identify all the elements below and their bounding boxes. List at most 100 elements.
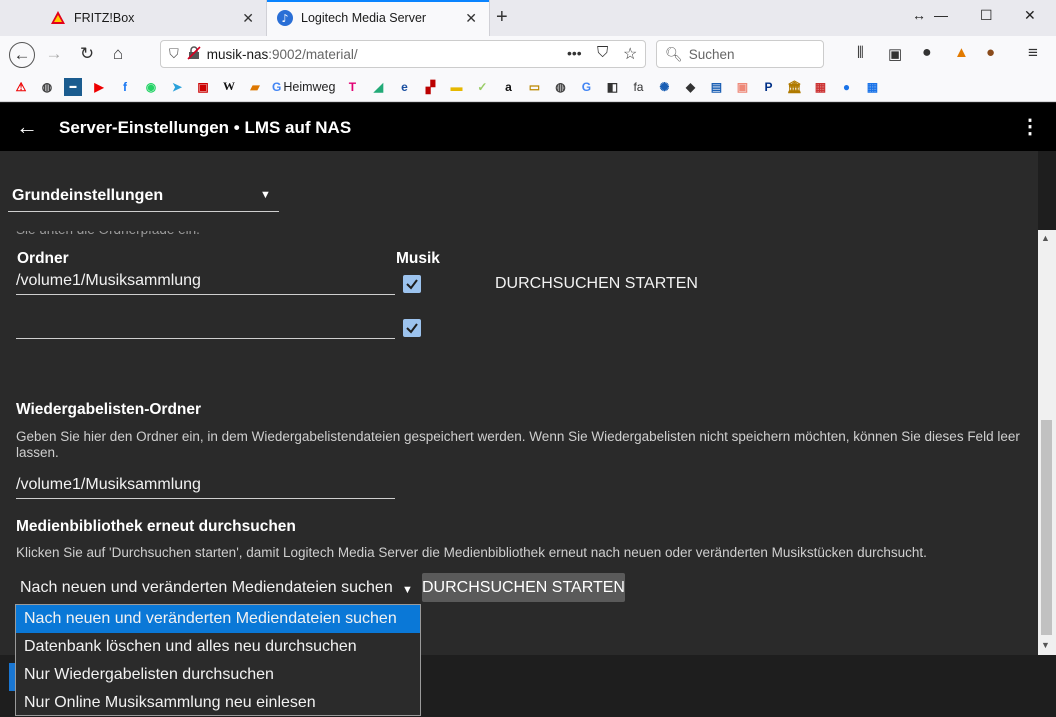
folder-path-input-empty[interactable] [16, 314, 395, 339]
wikipedia-letter: W [223, 79, 235, 93]
checkmark-icon [406, 279, 418, 290]
extension-cookie-icon[interactable]: ● [986, 44, 995, 61]
bookmark-ticket-icon[interactable]: ◆ [681, 78, 699, 96]
close-icon[interactable]: ✕ [465, 10, 477, 27]
forward-icon[interactable]: → [42, 42, 66, 66]
bookmark-red-icon[interactable]: ▣ [194, 78, 212, 96]
option-clear-and-rescan[interactable]: Datenbank löschen und alles neu durchsuc… [16, 633, 420, 661]
url-path: :9002/material/ [268, 46, 358, 62]
google-letter: G [581, 79, 592, 94]
home-icon[interactable]: ⌂ [106, 42, 130, 66]
amazon-icon[interactable]: a [499, 78, 517, 96]
option-playlists-only[interactable]: Nur Wiedergabelisten durchsuchen [16, 661, 420, 689]
option-new-and-changed[interactable]: Nach neuen und veränderten Mediendateien… [16, 605, 420, 633]
bookmark-card-icon[interactable]: ▭ [525, 78, 543, 96]
section-select-value: Grundeinstellungen [12, 187, 164, 204]
bookmarks-toolbar: ⚠ ◍ ▬ ▶ f ◉ ➤ ▣ W ▰ G Heimweg T ◢ e ▞ ▬ ✓… [0, 72, 1056, 102]
tab-logitech-media-server[interactable]: ♪ Logitech Media Server ✕ [266, 0, 490, 36]
back-arrow-icon[interactable]: ← [16, 114, 38, 140]
resize-arrows-icon: ↔ [912, 7, 926, 23]
edge-icon[interactable]: e [395, 78, 413, 96]
warning-icon[interactable]: ⚠ [12, 78, 30, 96]
google-icon[interactable]: G [577, 78, 595, 96]
account-icon[interactable]: ● [922, 44, 932, 62]
telegram-icon[interactable]: ➤ [168, 78, 186, 96]
tab-fritzbox[interactable]: FRITZ!Box ✕ [40, 0, 266, 36]
music-note-icon: ♪ [277, 10, 293, 26]
menu-icon[interactable]: ≡ [1028, 43, 1038, 63]
bookmark-blue-icon[interactable]: ▬ [64, 77, 82, 96]
music-checkbox[interactable] [403, 319, 421, 337]
scroll-up-icon[interactable]: ▲ [1041, 233, 1050, 243]
dropdown-arrow-icon: ▼ [260, 189, 271, 201]
checkmark-icon [406, 323, 418, 334]
option-online-library[interactable]: Nur Online Musiksammlung neu einlesen [16, 689, 420, 717]
whatsapp-icon[interactable]: ◉ [142, 78, 160, 96]
calendar-icon[interactable]: ▦ [863, 78, 881, 96]
rescan-mode-options: Nach neuen und veränderten Mediendateien… [15, 604, 421, 716]
insecure-lock-icon[interactable] [187, 45, 201, 63]
folder-path-input[interactable]: /volume1/Musiksammlung [16, 270, 395, 295]
bookmark-check-icon[interactable]: ✓ [473, 78, 491, 96]
library-icon[interactable]: ⫴ [857, 45, 864, 63]
search-input[interactable]: 🔍︎ Suchen [656, 40, 824, 68]
kebab-menu-icon[interactable]: ⋮ [1020, 114, 1040, 139]
close-icon[interactable]: ✕ [242, 10, 254, 27]
music-column-header: Musik [396, 250, 440, 267]
fa-letters: fa [633, 79, 644, 94]
more-icon[interactable]: ••• [567, 45, 582, 61]
new-tab-icon[interactable]: + [496, 6, 508, 29]
bookmark-vr-icon[interactable]: ▤ [707, 78, 725, 96]
rescan-description: Klicken Sie auf 'Durchsuchen starten', d… [16, 545, 927, 560]
scroll-down-icon[interactable]: ▼ [1041, 640, 1050, 650]
reload-icon[interactable]: ↻ [75, 42, 99, 66]
window-close-icon[interactable]: ✕ [1024, 7, 1036, 24]
sidebar-icon[interactable]: ▣ [888, 45, 902, 63]
scrollbar-thumb[interactable] [1041, 420, 1052, 635]
google-icon: G [272, 79, 282, 94]
bookmark-star-burst-icon[interactable]: ✺ [655, 78, 673, 96]
bookmark-orange-icon[interactable]: ▰ [246, 78, 264, 96]
bookmark-label: Heimweg [283, 79, 336, 94]
search-placeholder: Suchen [688, 46, 735, 62]
page-title: Server-Einstellungen • LMS auf NAS [59, 118, 352, 137]
url-text[interactable]: musik-nas:9002/material/ [207, 47, 358, 62]
bookmark-bank-icon[interactable]: 🏛︎ [785, 78, 803, 96]
playlist-folder-input[interactable]: /volume1/Musiksammlung [16, 474, 395, 499]
bookmark-yellow-icon[interactable]: ▬ [447, 78, 465, 96]
globe-icon[interactable]: ◍ [551, 78, 569, 96]
dropdown-arrow-icon: ▼ [402, 584, 413, 596]
svg-text:♪: ♪ [281, 12, 288, 25]
extension-icon[interactable]: ▲ [954, 44, 969, 61]
wikipedia-icon[interactable]: W [220, 78, 238, 96]
bookmark-star-icon[interactable]: ☆ [623, 44, 637, 64]
rescan-start-button[interactable]: DURCHSUCHEN STARTEN [422, 573, 625, 602]
bookmark-heimweg[interactable]: G Heimweg [272, 78, 335, 96]
bookmark-k-icon[interactable]: ◧ [603, 78, 621, 96]
minimize-icon[interactable]: — [934, 7, 948, 23]
folder-path-value: /volume1/Musiksammlung [16, 272, 201, 289]
bookmark-stripes-icon[interactable]: ▞ [421, 78, 439, 96]
url-bar[interactable]: ⛉ musik-nas:9002/material/ ••• ⛉ ☆ [160, 40, 646, 68]
bookmark-blue-circle-icon[interactable]: ● [837, 78, 855, 96]
youtube-icon[interactable]: ▶ [90, 78, 108, 96]
rescan-mode-select[interactable]: Nach neuen und veränderten Mediendateien… [16, 576, 416, 600]
maximize-icon[interactable]: ☐ [980, 7, 993, 24]
playlist-folder-heading: Wiedergabelisten-Ordner [16, 401, 202, 418]
music-checkbox[interactable] [403, 275, 421, 293]
active-tab-indicator [267, 0, 489, 2]
facebook-icon[interactable]: f [116, 78, 134, 96]
globe-icon[interactable]: ◍ [38, 78, 56, 96]
pocket-icon[interactable]: ⛉ [597, 44, 608, 61]
folder-scan-button[interactable]: DURCHSUCHEN STARTEN [495, 275, 698, 293]
bookmark-gift-icon[interactable]: ▦ [811, 78, 829, 96]
telekom-icon[interactable]: T [343, 78, 361, 96]
bookmark-green-icon[interactable]: ◢ [369, 78, 387, 96]
bookmark-pink-icon[interactable]: ▣ [733, 78, 751, 96]
paypal-icon[interactable]: P [759, 78, 777, 96]
shield-icon[interactable]: ⛉ [169, 46, 179, 62]
bookmark-fa-icon[interactable]: fa [629, 78, 647, 96]
back-icon[interactable]: ← [9, 42, 35, 68]
section-select[interactable]: Grundeinstellungen ▼ [8, 183, 279, 212]
playlist-folder-description: Geben Sie hier den Ordner ein, in dem Wi… [16, 429, 1020, 460]
